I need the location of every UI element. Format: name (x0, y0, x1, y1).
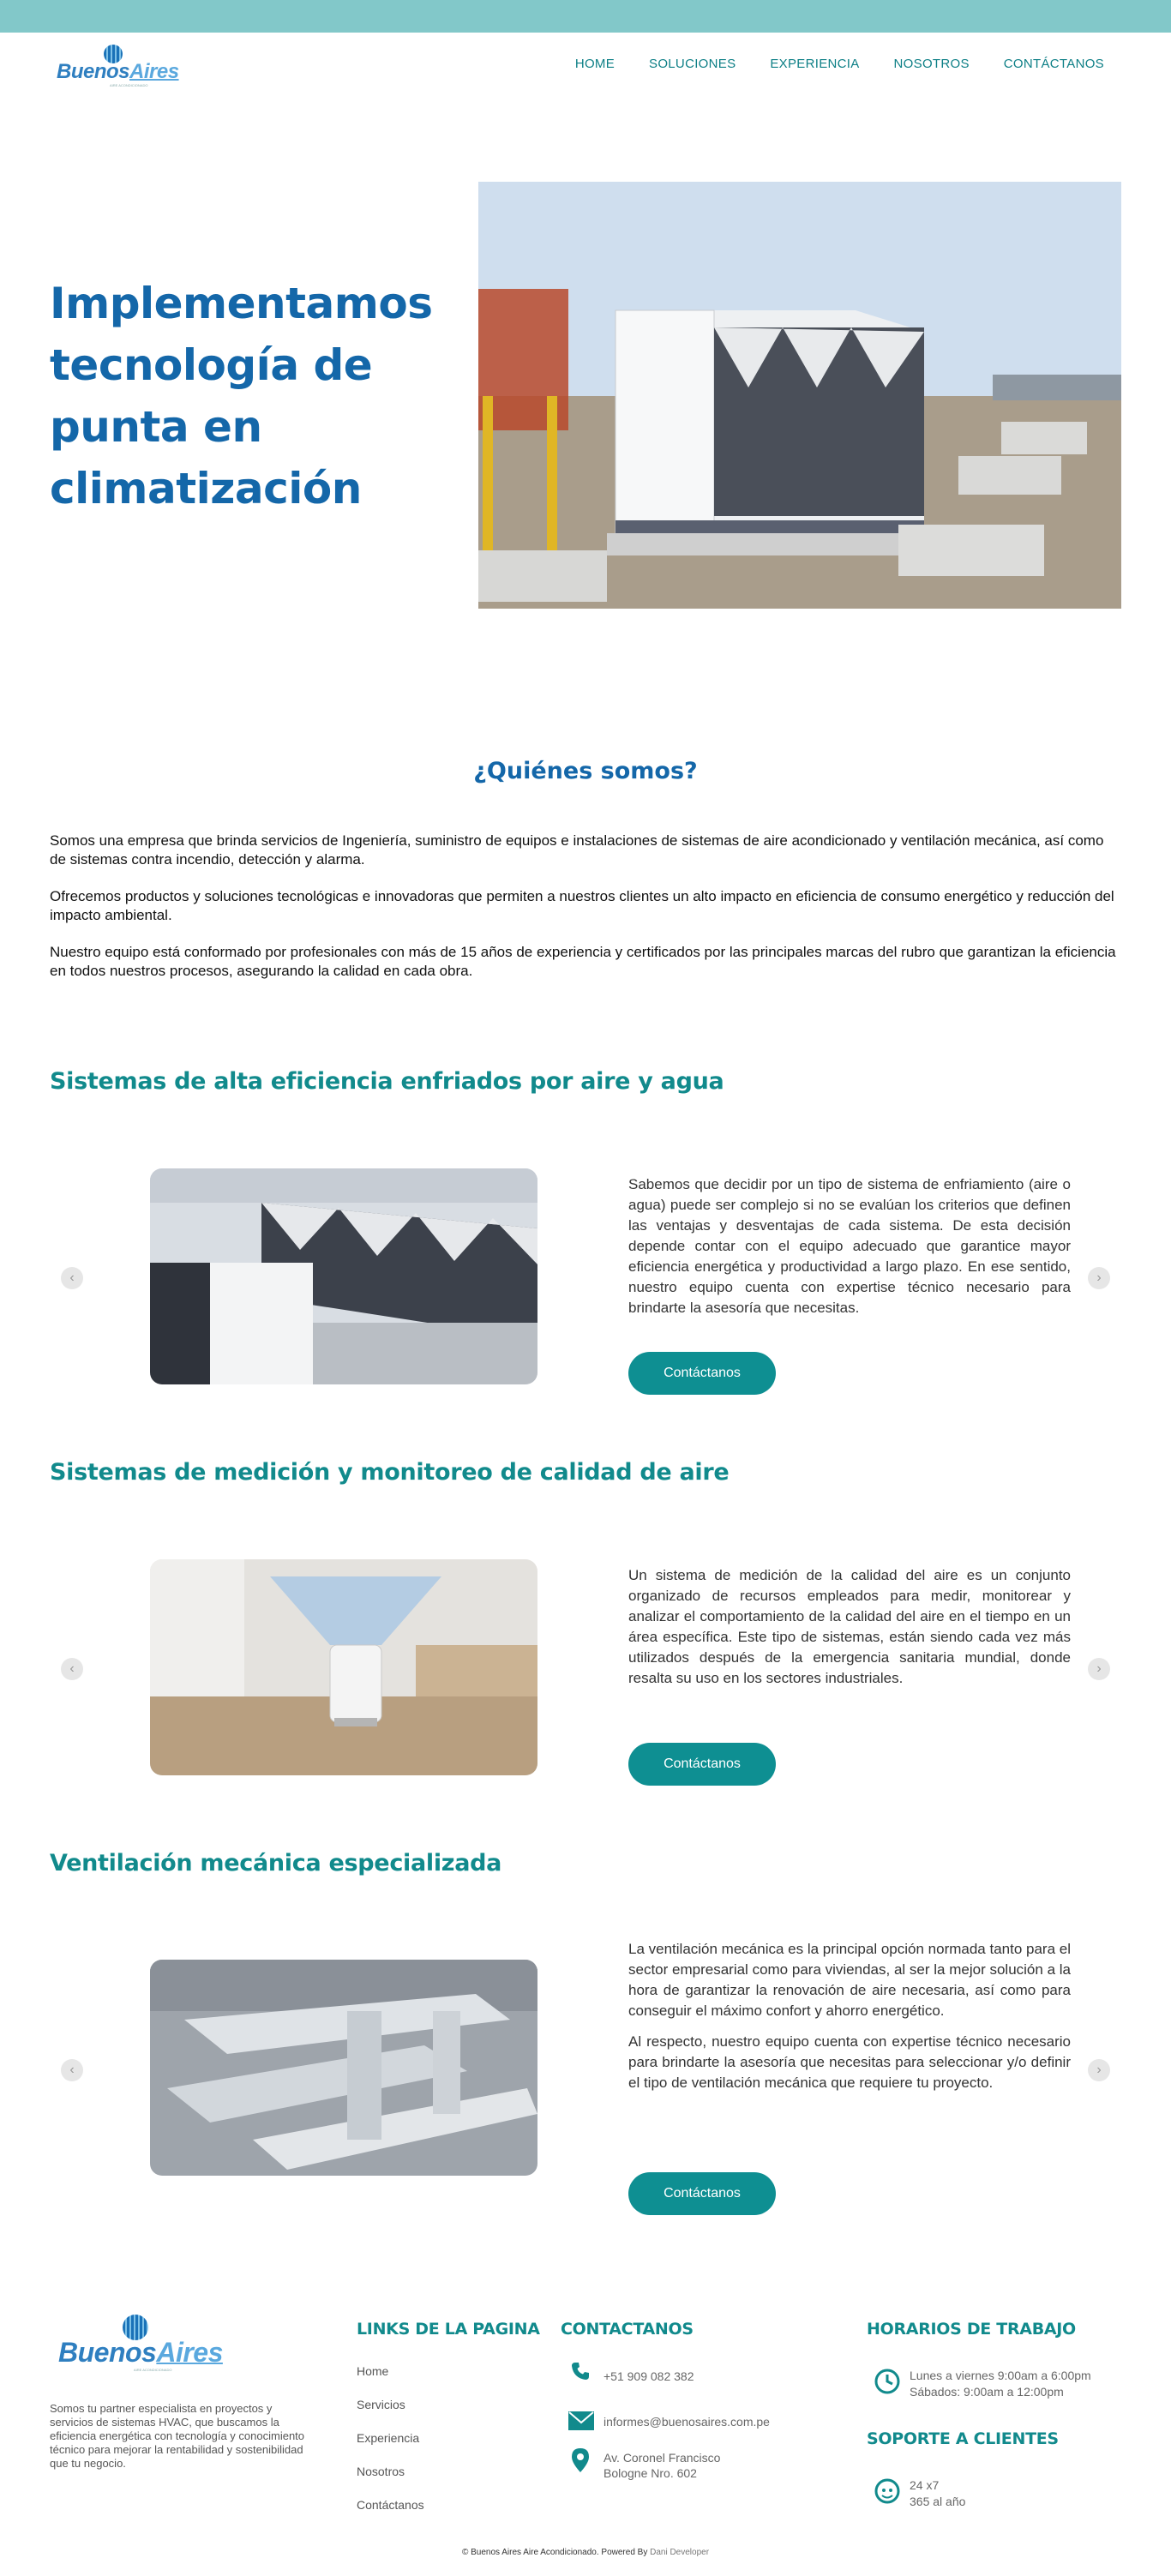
footer-links-title: LINKS DE LA PAGINA (357, 2320, 540, 2339)
slider-next-button[interactable]: › (1088, 1267, 1110, 1289)
footer-address: Av. Coronel Francisco Bologne Nro. 602 (604, 2451, 721, 2480)
nav-experiencia[interactable]: EXPERIENCIA (770, 57, 859, 71)
slider-next-button[interactable]: › (1088, 1658, 1110, 1680)
footer-support-title: SOPORTE A CLIENTES (867, 2429, 1059, 2448)
contact-button[interactable]: Contáctanos (628, 1743, 776, 1786)
section-text: Sabemos que decidir por un tipo de siste… (628, 1176, 1071, 1316)
hero-title: Implementamos tecnología de punta en cli… (50, 279, 433, 513)
header-logo[interactable]: BuenosAires AIRE ACONDICIONADO (57, 45, 179, 87)
section-text: Un sistema de medición de la calidad del… (628, 1567, 1071, 1686)
hero-chiller-image (478, 182, 1121, 609)
footer-link-nosotros[interactable]: Nosotros (357, 2465, 405, 2478)
developer-link[interactable]: Dani Developer (650, 2548, 709, 2557)
section-title-ventilacion: Ventilación mecánica especializada (50, 1850, 502, 1876)
section-title-medicion: Sistemas de medición y monitoreo de cali… (50, 1459, 730, 1486)
footer-link-contactanos[interactable]: Contáctanos (357, 2498, 424, 2512)
support-agent-icon (874, 2477, 901, 2509)
contact-button[interactable]: Contáctanos (628, 1352, 776, 1395)
nav-nosotros[interactable]: NOSOTROS (894, 57, 970, 71)
about-text: Somos una empresa que brinda servicios d… (50, 832, 1121, 999)
hours-saturday: Sábados: 9:00am a 12:00pm (910, 2385, 1064, 2399)
top-bar (0, 0, 1171, 33)
support-availability: 24 x7 (910, 2478, 940, 2492)
main-nav: HOME SOLUCIONES EXPERIENCIA NOSOTROS CON… (575, 57, 1104, 71)
nav-soluciones[interactable]: SOLUCIONES (649, 57, 736, 71)
air-purifier-image (150, 1559, 537, 1775)
footer-link-experiencia[interactable]: Experiencia (357, 2431, 419, 2445)
section-text: La ventilación mecánica es la principal … (628, 1941, 1071, 2091)
chillers-image (150, 1168, 537, 1384)
footer-description: Somos tu partner especialista en proyect… (50, 2402, 305, 2470)
slider-prev-button[interactable]: ‹ (61, 1658, 83, 1680)
footer-logo[interactable]: BuenosAires AIRE ACONDICIONADO (58, 2315, 223, 2373)
hours-weekday: Lunes a viernes 9:00am a 6:00pm (910, 2369, 1091, 2382)
nav-contactanos[interactable]: CONTÁCTANOS (1004, 57, 1104, 71)
about-paragraph: Somos una empresa que brinda servicios d… (50, 832, 1104, 868)
about-title: ¿Quiénes somos? (473, 758, 698, 784)
email-icon (568, 2411, 594, 2435)
footer-contact-title: CONTACTANOS (561, 2320, 694, 2339)
slider-prev-button[interactable]: ‹ (61, 2059, 83, 2081)
footer-link-home[interactable]: Home (357, 2364, 388, 2378)
slider-prev-button[interactable]: ‹ (61, 1267, 83, 1289)
ventilation-ducts-image (150, 1960, 537, 2176)
phone-icon (570, 2361, 591, 2386)
slider-next-button[interactable]: › (1088, 2059, 1110, 2081)
about-paragraph: Ofrecemos productos y soluciones tecnoló… (50, 888, 1114, 923)
copyright: © Buenos Aires Aire Acondicionado. Power… (461, 2548, 710, 2557)
contact-button[interactable]: Contáctanos (628, 2172, 776, 2215)
section-title-eficiencia: Sistemas de alta eficiencia enfriados po… (50, 1068, 724, 1095)
support-days: 365 al año (910, 2495, 966, 2508)
location-pin-icon (572, 2448, 589, 2477)
footer-phone[interactable]: +51 909 082 382 (604, 2369, 694, 2384)
footer-email[interactable]: informes@buenosaires.com.pe (604, 2414, 770, 2429)
about-paragraph: Nuestro equipo está conformado por profe… (50, 944, 1116, 979)
footer-hours-title: HORARIOS DE TRABAJO (867, 2320, 1076, 2339)
nav-home[interactable]: HOME (575, 57, 615, 71)
clock-icon (874, 2368, 901, 2399)
footer-link-servicios[interactable]: Servicios (357, 2398, 405, 2411)
